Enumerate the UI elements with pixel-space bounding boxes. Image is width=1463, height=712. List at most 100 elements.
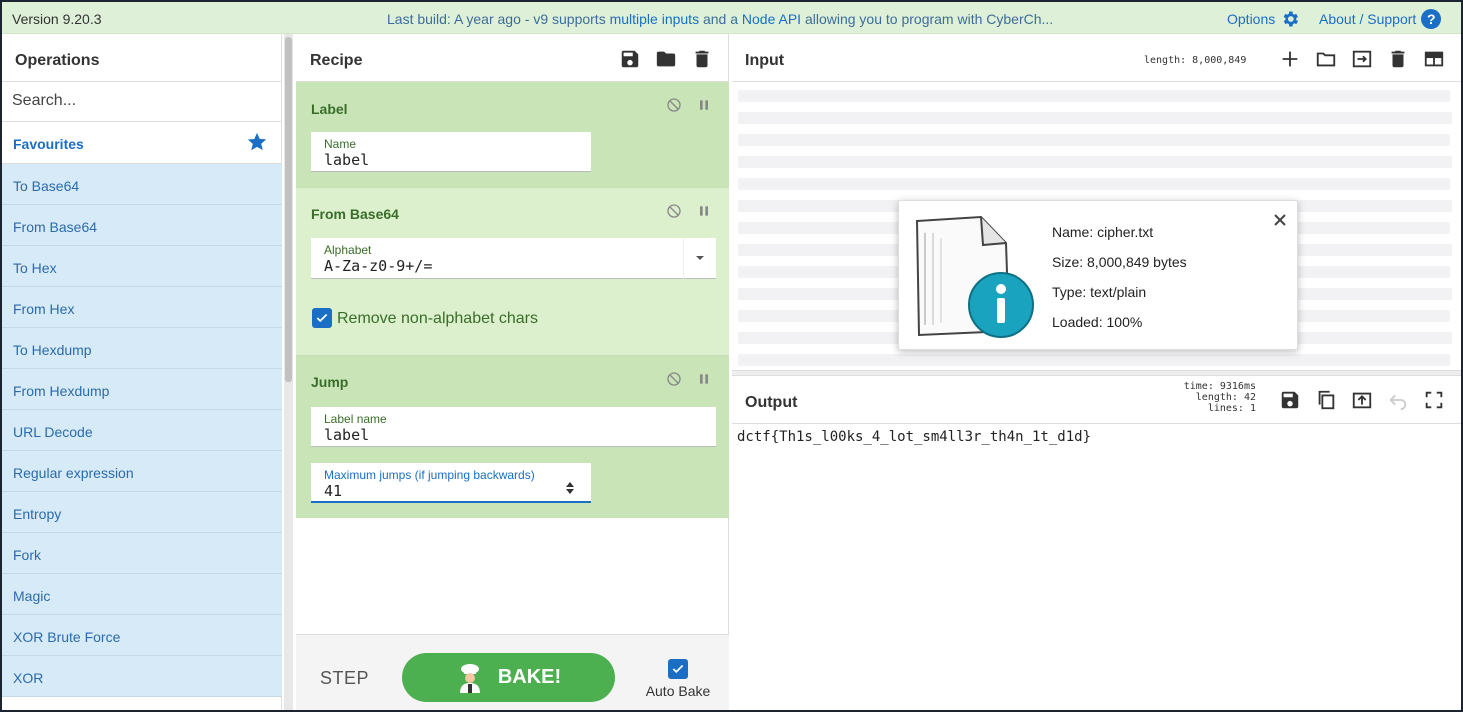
build-mid: and a	[699, 11, 742, 27]
operation-item[interactable]: Magic	[2, 574, 282, 615]
version-label: Version 9.20.3	[12, 11, 102, 27]
input-text-line	[738, 354, 1450, 366]
about-label: About / Support	[1319, 11, 1417, 27]
file-size: Size: 8,000,849 bytes	[1052, 254, 1187, 270]
op-controls	[666, 371, 712, 387]
replace-input-icon[interactable]	[1351, 389, 1373, 411]
output-title: Output	[745, 394, 798, 411]
operation-item[interactable]: URL Decode	[2, 410, 282, 451]
field-label: Name	[324, 137, 357, 151]
open-folder-icon[interactable]	[1315, 48, 1337, 70]
file-name: Name: cipher.txt	[1052, 224, 1154, 240]
pause-icon[interactable]	[696, 97, 712, 113]
operation-item[interactable]: From Hexdump	[2, 369, 282, 410]
folder-icon[interactable]	[655, 48, 677, 70]
number-spinner-icon[interactable]	[565, 481, 575, 495]
pause-icon[interactable]	[696, 371, 712, 387]
check-icon	[316, 313, 328, 323]
op-controls	[666, 97, 712, 113]
operation-item[interactable]: XOR Brute Force	[2, 615, 282, 656]
input-header: Input length: 8,000,849	[732, 34, 1461, 82]
operation-item[interactable]: Regular expression	[2, 451, 282, 492]
operation-item[interactable]: To Base64	[2, 164, 282, 205]
name-field[interactable]: Name label	[311, 132, 591, 172]
file-details-popup: Name: cipher.txt Size: 8,000,849 bytes T…	[898, 200, 1298, 350]
operation-item[interactable]: From Hex	[2, 287, 282, 328]
close-icon[interactable]	[1273, 213, 1287, 227]
operation-item[interactable]: To Hexdump	[2, 328, 282, 369]
operation-item[interactable]: From Base64	[2, 205, 282, 246]
remove-non-alphabet-checkbox[interactable]	[312, 308, 332, 328]
recipe-op-from-base64: From Base64 Alphabet A-Za-z0-9+/= Remove…	[296, 188, 729, 356]
bake-label: BAKE!	[497, 666, 562, 688]
copy-icon[interactable]	[1315, 389, 1337, 411]
bake-button[interactable]: BAKE!	[402, 653, 615, 702]
maximise-icon[interactable]	[1423, 389, 1445, 411]
disable-icon[interactable]	[666, 203, 682, 219]
field-value[interactable]: label	[324, 426, 369, 444]
output-lines: lines: 1	[1207, 403, 1256, 414]
field-value[interactable]: 41	[324, 482, 342, 500]
recipe-toolbar	[619, 48, 713, 70]
pause-icon[interactable]	[696, 203, 712, 219]
output-time: time: 9316ms	[1183, 381, 1256, 392]
checkbox-label: Remove non-alphabet chars	[337, 310, 539, 327]
alphabet-select[interactable]: Alphabet A-Za-z0-9+/=	[311, 238, 716, 279]
disable-icon[interactable]	[666, 97, 682, 113]
operation-item[interactable]: To Hex	[2, 246, 282, 287]
trash-icon[interactable]	[691, 48, 713, 70]
operation-item[interactable]: Fork	[2, 533, 282, 574]
step-button[interactable]: STEP	[320, 668, 369, 689]
field-label: Maximum jumps (if jumping backwards)	[324, 468, 535, 482]
field-label: Label name	[324, 412, 387, 426]
build-suffix: allowing you to program with CyberCh...	[801, 11, 1054, 27]
build-prefix: Last build: A year ago - v9 supports	[387, 11, 610, 27]
auto-bake-checkbox[interactable]	[668, 659, 688, 679]
chevron-down-icon[interactable]	[695, 254, 705, 262]
star-icon[interactable]	[246, 131, 268, 153]
output-stats: time: 9316ms length: 42 lines: 1	[1132, 381, 1256, 414]
recipe-controls: STEP BAKE! Auto Bake	[296, 634, 729, 710]
input-text-line	[738, 134, 1450, 146]
scrollbar-thumb[interactable]	[285, 37, 292, 382]
disable-icon[interactable]	[666, 371, 682, 387]
auto-bake-toggle[interactable]: Auto Bake	[643, 659, 713, 699]
add-icon[interactable]	[1279, 48, 1301, 70]
help-icon: ?	[1421, 9, 1442, 29]
node-api-link[interactable]: Node API	[742, 11, 801, 27]
cyberchef-app: Version 9.20.3 Last build: A year ago - …	[2, 2, 1461, 710]
input-textarea[interactable]: Name: cipher.txt Size: 8,000,849 bytes T…	[732, 82, 1461, 370]
about-support-button[interactable]: About / Support ?	[1319, 9, 1442, 29]
save-output-icon[interactable]	[1279, 389, 1301, 411]
maximum-jumps-field[interactable]: Maximum jumps (if jumping backwards) 41	[311, 463, 591, 503]
select-divider	[683, 238, 684, 279]
build-message: Last build: A year ago - v9 supports mul…	[387, 11, 1053, 27]
open-file-icon[interactable]	[1351, 48, 1373, 70]
clear-input-icon[interactable]	[1387, 48, 1409, 70]
recipe-title: Recipe	[310, 52, 363, 69]
favourites-category[interactable]: Favourites	[2, 123, 282, 164]
label-name-field[interactable]: Label name label	[311, 407, 716, 447]
search-box	[2, 82, 282, 122]
operations-scrollbar[interactable]	[284, 34, 293, 710]
operation-list: To Base64 From Base64 To Hex From Hex To…	[2, 164, 282, 697]
undo-icon	[1389, 394, 1407, 411]
top-banner: Version 9.20.3 Last build: A year ago - …	[2, 2, 1461, 34]
recipe-pane: Recipe Label Name label From Base64 Alph…	[296, 34, 729, 710]
field-value[interactable]: label	[324, 151, 369, 169]
options-label: Options	[1227, 11, 1276, 27]
operation-item[interactable]: Entropy	[2, 492, 282, 533]
recipe-op-jump: Jump Label name label Maximum jumps (if …	[296, 356, 729, 518]
field-label: Alphabet	[324, 243, 372, 257]
multiple-inputs-link[interactable]: multiple inputs	[610, 11, 700, 27]
options-button[interactable]: Options	[1227, 9, 1300, 29]
operation-item[interactable]: XOR	[2, 656, 282, 697]
save-icon[interactable]	[619, 48, 641, 70]
reset-layout-icon[interactable]	[1423, 48, 1445, 70]
input-text-line	[738, 90, 1450, 102]
recipe-header: Recipe	[296, 34, 729, 82]
search-input[interactable]	[12, 82, 272, 120]
file-loaded: Loaded: 100%	[1052, 314, 1143, 330]
output-text: dctf{Th1s_l00ks_4_lot_sm4ll3r_th4n_1t_d1…	[737, 429, 1092, 445]
output-textarea[interactable]: dctf{Th1s_l00ks_4_lot_sm4ll3r_th4n_1t_d1…	[732, 424, 1461, 710]
